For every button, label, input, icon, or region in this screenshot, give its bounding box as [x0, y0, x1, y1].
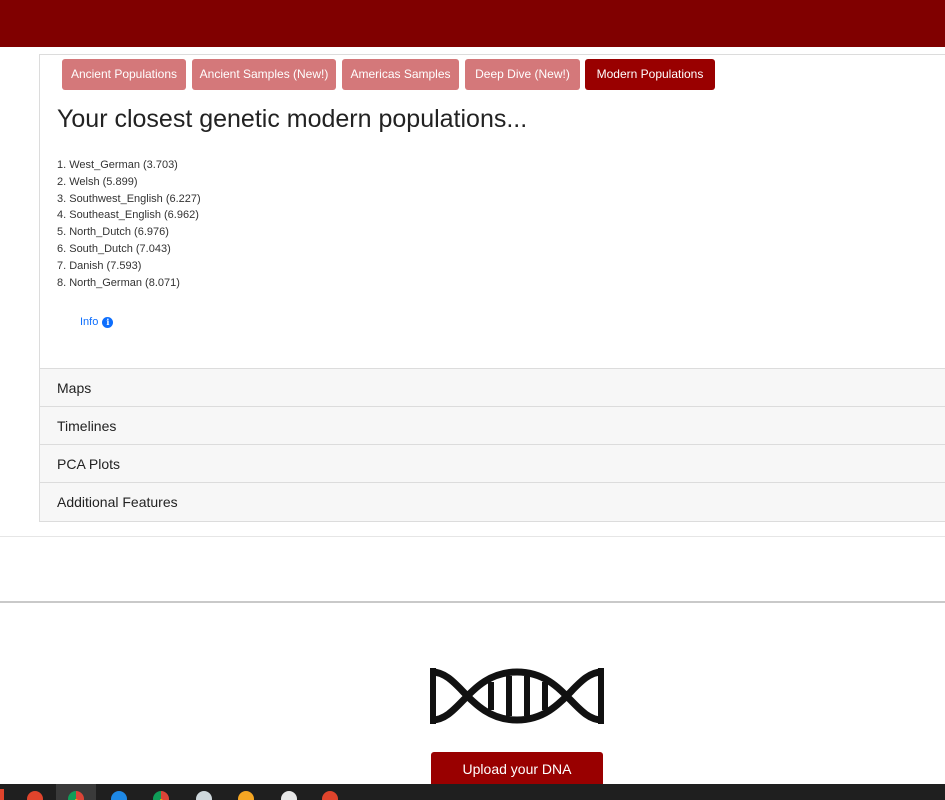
list-item: 2. Welsh (5.899)	[57, 175, 138, 188]
info-link-label: Info	[80, 316, 99, 328]
app-icon[interactable]	[196, 791, 212, 800]
accordion-pca-plots-label: PCA Plots	[57, 455, 121, 472]
taskbar-edge	[0, 789, 4, 800]
app-icon[interactable]	[281, 791, 297, 800]
top-navbar	[0, 0, 945, 47]
list-item: 8. North_German (8.071)	[57, 276, 180, 289]
divider	[0, 536, 945, 537]
footer-divider	[0, 601, 945, 603]
list-item: 5. North_Dutch (6.976)	[57, 226, 169, 239]
app-icon[interactable]	[111, 791, 127, 800]
browser-icon[interactable]	[153, 791, 169, 800]
tab-ancient-samples[interactable]: Ancient Samples (New!)	[192, 59, 336, 90]
results-heading: Your closest genetic modern populations.…	[57, 105, 528, 133]
list-item: 7. Danish (7.593)	[57, 259, 142, 272]
dna-helix-icon	[430, 668, 604, 724]
app-icon[interactable]	[238, 791, 254, 800]
tab-americas-samples[interactable]: Americas Samples	[342, 59, 459, 90]
accordion-pca-plots[interactable]: PCA Plots	[39, 444, 945, 483]
info-link[interactable]: Info i	[80, 316, 114, 328]
app-icon[interactable]	[27, 791, 43, 800]
accordion-maps-label: Maps	[57, 379, 92, 396]
accordion-maps[interactable]: Maps	[39, 368, 945, 407]
accordion-timelines[interactable]: Timelines	[39, 406, 945, 445]
list-item: 6. South_Dutch (7.043)	[57, 242, 171, 255]
tab-modern-populations[interactable]: Modern Populations	[585, 59, 715, 90]
os-taskbar	[0, 784, 945, 800]
info-circle-icon: i	[102, 316, 114, 328]
results-card: Ancient Populations Ancient Samples (New…	[39, 54, 945, 369]
list-item: 3. Southwest_English (6.227)	[57, 192, 201, 205]
tab-ancient-populations[interactable]: Ancient Populations	[62, 59, 186, 90]
upload-dna-button[interactable]: Upload your DNA	[431, 752, 603, 787]
tab-deep-dive[interactable]: Deep Dive (New!)	[465, 59, 580, 90]
accordion-additional-features-label: Additional Features	[57, 494, 178, 510]
app-icon[interactable]	[322, 791, 338, 800]
population-list: 1. West_German (3.703) 2. Welsh (5.899) …	[57, 157, 201, 291]
list-item: 1. West_German (3.703)	[57, 159, 178, 171]
accordion-timelines-label: Timelines	[57, 417, 117, 434]
accordion-additional-features[interactable]: Additional Features	[39, 482, 945, 522]
list-item: 4. Southeast_English (6.962)	[57, 209, 199, 222]
app-icon[interactable]	[68, 791, 84, 800]
